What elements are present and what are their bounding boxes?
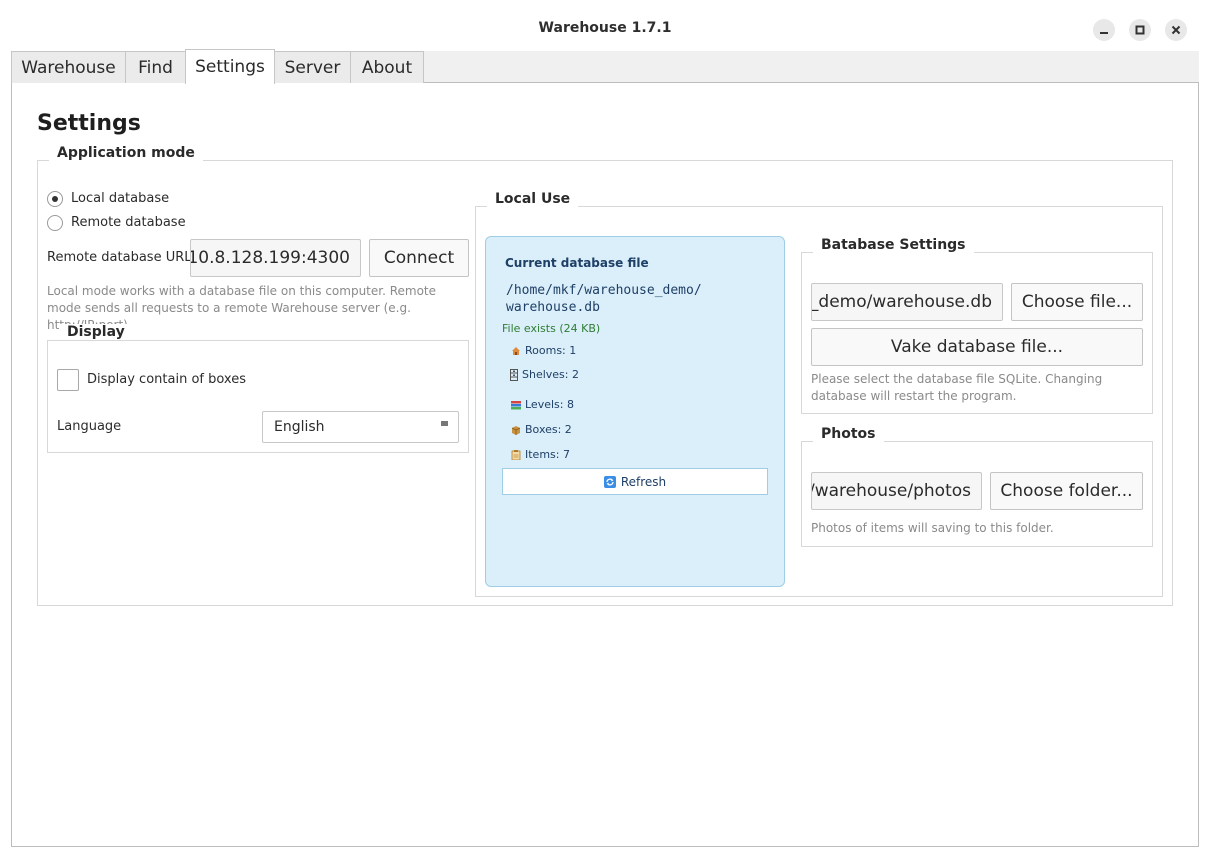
stat-levels: Levels: 8 [511, 398, 574, 411]
photos-folder-input[interactable]: /warehouse/photos [811, 472, 982, 510]
remote-url-input[interactable]: /10.8.128.199:4300 [190, 239, 361, 277]
remote-url-label: Remote database URL [47, 250, 192, 265]
database-settings-title: Batabase Settings [813, 237, 974, 253]
minimize-button[interactable] [1093, 19, 1115, 41]
stat-items: Items: 7 [511, 448, 570, 461]
close-button[interactable] [1165, 19, 1187, 41]
language-label: Language [57, 419, 122, 434]
stat-items-text: Items: 7 [525, 448, 570, 461]
title-bar: Warehouse 1.7.1 [0, 0, 1210, 50]
stat-boxes: Boxes: 2 [511, 423, 572, 436]
choose-file-button[interactable]: Choose file... [1011, 283, 1143, 321]
tab-settings[interactable]: Settings [185, 49, 275, 84]
remote-database-radio[interactable] [47, 215, 63, 231]
tab-find[interactable]: Find [125, 51, 186, 83]
local-use-title: Local Use [487, 191, 579, 207]
stat-shelves: Shelves: 2 [510, 368, 579, 381]
tab-bar-background [424, 51, 1199, 82]
clipboard-icon [511, 449, 521, 460]
tab-about[interactable]: About [350, 51, 424, 83]
database-settings-hint: Please select the database file SQLite. … [811, 372, 1103, 403]
file-status: File exists (24 KB) [502, 322, 601, 335]
database-path-line1: /home/mkf/warehouse_demo/ [506, 283, 702, 298]
database-path-line2: warehouse.db [506, 300, 600, 315]
connect-button[interactable]: Connect [369, 239, 469, 277]
box-icon [511, 425, 521, 435]
stat-rooms: Rooms: 1 [511, 344, 576, 357]
choose-folder-button[interactable]: Choose folder... [990, 472, 1143, 510]
photos-hint: Photos of items will saving to this fold… [811, 521, 1054, 535]
chevron-down-icon [441, 421, 448, 426]
display-contain-checkbox[interactable] [57, 369, 79, 391]
photos-title: Photos [813, 426, 884, 442]
current-database-card: Current database file /home/mkf/warehous… [485, 236, 785, 587]
stat-shelves-text: Shelves: 2 [522, 368, 579, 381]
refresh-label: Refresh [620, 474, 667, 489]
make-database-button[interactable]: Vake database file... [811, 328, 1143, 366]
language-select[interactable]: English [262, 411, 459, 443]
local-database-label: Local database [71, 191, 170, 206]
maximize-icon [1135, 25, 1145, 35]
current-database-title: Current database file [505, 256, 649, 270]
tab-server[interactable]: Server [274, 51, 351, 83]
display-contain-label: Display contain of boxes [87, 372, 246, 387]
stat-levels-text: Levels: 8 [525, 398, 574, 411]
display-title: Display [59, 324, 133, 340]
tab-warehouse[interactable]: Warehouse [11, 51, 126, 83]
stat-boxes-text: Boxes: 2 [525, 423, 572, 436]
refresh-button[interactable]: Refresh [502, 468, 768, 495]
close-icon [1171, 25, 1181, 35]
application-mode-title: Application mode [49, 145, 203, 161]
local-database-radio[interactable] [47, 191, 63, 207]
refresh-icon [603, 475, 616, 488]
books-icon [511, 400, 521, 409]
language-value: English [274, 419, 325, 435]
page-title: Settings [37, 111, 141, 136]
stat-rooms-text: Rooms: 1 [525, 344, 577, 357]
maximize-button[interactable] [1129, 19, 1151, 41]
house-icon [512, 346, 520, 355]
database-file-input[interactable]: _demo/warehouse.db [811, 283, 1003, 321]
minimize-icon [1100, 32, 1108, 34]
remote-database-label: Remote database [71, 215, 186, 230]
database-path: /home/mkf/warehouse_demo/ warehouse.db [506, 282, 702, 316]
shelves-icon [510, 368, 518, 381]
window-title: Warehouse 1.7.1 [538, 20, 672, 36]
